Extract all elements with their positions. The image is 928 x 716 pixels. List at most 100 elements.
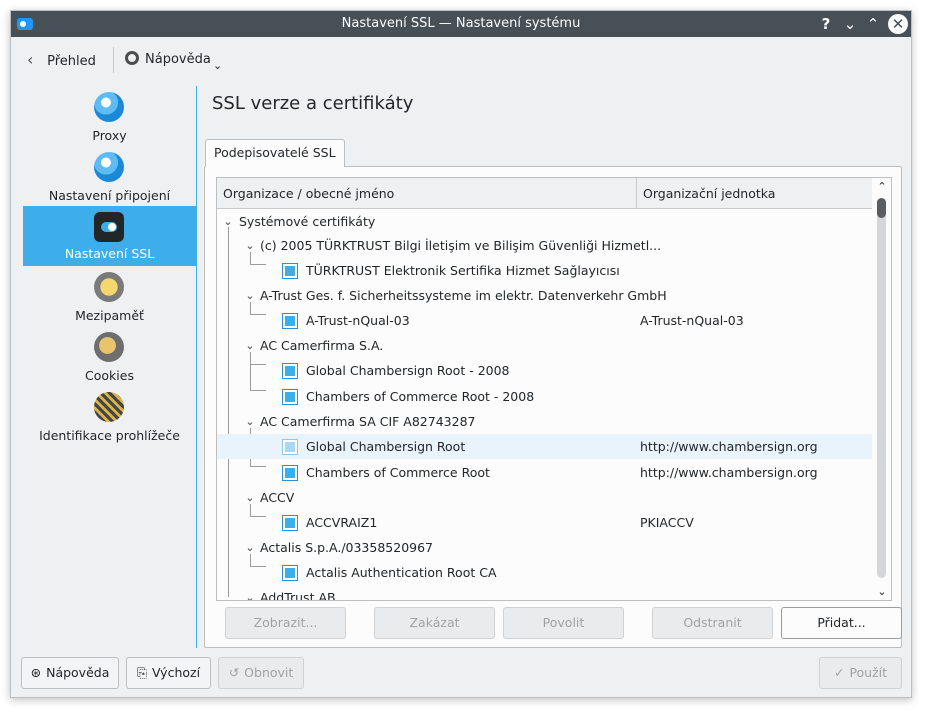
scroll-down-icon[interactable]: ⌄	[872, 585, 891, 598]
sidebar-divider	[196, 86, 197, 648]
certificate-checkbox[interactable]	[282, 389, 298, 405]
help-menu-button[interactable]: Nápověda ⌄	[125, 49, 222, 72]
tree-group[interactable]: ⌄ (c) 2005 TÜRKTRUST Bilgi İletişim ve B…	[217, 233, 872, 258]
tree-certificate[interactable]: A-Trust-nQual-03 A-Trust-nQual-03	[217, 308, 872, 333]
org-unit-cell: PKIACCV	[640, 515, 694, 530]
defaults-button[interactable]: ⎘ Výchozí	[126, 657, 211, 689]
sidebar-item-ssl[interactable]: Nastavení SSL	[23, 206, 196, 266]
tree-root-system-certs[interactable]: ⌄ Systémové certifikáty	[217, 209, 872, 234]
title-bar: Nastavení SSL — Nastavení systému ? ⌄ ⌃ …	[11, 11, 911, 37]
minimize-icon[interactable]: ⌄	[840, 14, 860, 34]
tree-certificate[interactable]: Global Chambersign Root - 2008	[217, 358, 872, 383]
column-header-organization[interactable]: Organizace / obecné jméno	[217, 178, 637, 209]
checkmark-icon: ✓	[833, 665, 845, 680]
help-icon[interactable]: ?	[816, 14, 836, 34]
tree-item-label: Global Chambersign Root	[306, 439, 466, 454]
tree-item-label: ACCVRAIZ1	[306, 515, 378, 530]
tree-certificate-hovered[interactable]: Global Chambersign Root http://www.chamb…	[217, 434, 872, 459]
column-header-unit[interactable]: Organizační jednotka	[637, 178, 872, 209]
org-unit-cell: A-Trust-nQual-03	[640, 313, 744, 328]
toolbar: ‹ Přehled Nápověda ⌄	[11, 37, 911, 83]
back-label: Přehled	[47, 54, 96, 69]
chevron-down-icon[interactable]: ⌄	[243, 485, 257, 510]
chevron-left-icon: ‹	[27, 50, 34, 69]
proxy-globe-icon	[94, 92, 124, 122]
tree-certificate[interactable]: TÜRKTRUST Elektronik Sertifika Hizmet Sa…	[217, 258, 872, 283]
tree-group[interactable]: ⌄ Actalis S.p.A./03358520967	[217, 535, 872, 560]
certificate-checkbox[interactable]	[282, 465, 298, 481]
tree-certificate[interactable]: Chambers of Commerce Root - 2008	[217, 384, 872, 409]
connection-globe-icon	[94, 152, 124, 182]
tab-panel: Organizace / obecné jméno Organizační je…	[204, 166, 902, 648]
certificate-checkbox[interactable]	[282, 439, 298, 455]
scrollbar-track[interactable]	[877, 198, 886, 578]
sidebar-item-connection[interactable]: Nastavení připojení	[23, 150, 196, 210]
disallow-button[interactable]: Zakázat	[374, 607, 495, 639]
sidebar-item-browser-id[interactable]: Identifikace prohlížeče	[23, 390, 196, 450]
footer-help-label: Nápověda	[46, 665, 110, 680]
defaults-label: Výchozí	[151, 665, 201, 680]
toolbar-separator	[113, 47, 114, 73]
back-button[interactable]: ‹ Přehled	[27, 49, 96, 71]
sidebar-item-cache[interactable]: Mezipaměť	[23, 270, 196, 330]
allow-button[interactable]: Povolit	[503, 607, 624, 639]
certificate-checkbox[interactable]	[282, 313, 298, 329]
chevron-down-icon[interactable]: ⌄	[243, 283, 257, 308]
sidebar-item-proxy[interactable]: Proxy	[23, 90, 196, 150]
certificate-checkbox[interactable]	[282, 565, 298, 581]
tree-certificate[interactable]: Chambers of Commerce Root http://www.cha…	[217, 460, 872, 485]
sidebar-item-cookies[interactable]: Cookies	[23, 330, 196, 390]
chevron-down-icon[interactable]: ⌄	[243, 333, 257, 358]
certificate-tree[interactable]: Organizace / obecné jméno Organizační je…	[216, 177, 892, 601]
chevron-down-icon[interactable]: ⌄	[243, 233, 257, 258]
close-icon[interactable]: ✕	[888, 14, 908, 34]
ssl-toggle-icon	[94, 212, 124, 242]
sidebar: Proxy Nastavení připojení Nastavení SSL …	[23, 86, 196, 606]
scrollbar-thumb[interactable]	[877, 198, 886, 218]
reset-button[interactable]: ↺ Obnovit	[218, 657, 304, 689]
tab-ssl-signers[interactable]: Podepisovatelé SSL	[205, 139, 345, 167]
tree-item-label: A-Trust Ges. f. Sicherheitssysteme im el…	[260, 288, 667, 303]
tree-certificate[interactable]: Actalis Authentication Root CA	[217, 560, 872, 585]
tree-group[interactable]: ⌄ AC Camerfirma S.A.	[217, 333, 872, 358]
cache-icon	[94, 272, 124, 302]
add-button[interactable]: Přidat...	[781, 607, 902, 639]
undo-icon: ↺	[228, 665, 240, 680]
tree-item-label: Actalis S.p.A./03358520967	[260, 540, 434, 555]
certificate-checkbox[interactable]	[282, 363, 298, 379]
page-title: SSL verze a certifikáty	[212, 93, 414, 114]
sidebar-item-label: Mezipaměť	[75, 308, 144, 323]
show-button[interactable]: Zobrazit...	[225, 607, 346, 639]
scroll-up-icon[interactable]: ⌃	[872, 180, 891, 193]
chevron-down-icon[interactable]: ⌄	[243, 409, 257, 434]
tree-group[interactable]: ⌄ ACCV	[217, 485, 872, 510]
tree-item-label: Global Chambersign Root - 2008	[306, 363, 510, 378]
tree-item-label: ACCV	[260, 490, 295, 505]
tree-group[interactable]: ⌄ AC Camerfirma SA CIF A82743287	[217, 409, 872, 434]
chevron-down-icon[interactable]: ⌄	[221, 209, 235, 234]
org-unit-cell: http://www.chambersign.org	[640, 465, 818, 480]
org-unit-cell: http://www.chambersign.org	[640, 439, 818, 454]
tree-item-label: Chambers of Commerce Root	[306, 465, 490, 480]
tree-item-label: AC Camerfirma SA CIF A82743287	[260, 414, 476, 429]
sidebar-item-label: Nastavení připojení	[48, 188, 171, 203]
certificate-checkbox[interactable]	[282, 515, 298, 531]
remove-button[interactable]: Odstranit	[652, 607, 773, 639]
footer-help-button[interactable]: ⊛ Nápověda	[21, 657, 119, 689]
tree-item-label: Systémové certifikáty	[239, 214, 376, 229]
lifebuoy-icon	[125, 51, 139, 65]
chevron-down-icon[interactable]: ⌄	[243, 535, 257, 560]
apply-button[interactable]: ✓ Použít	[819, 657, 902, 689]
tree-certificate[interactable]: ACCVRAIZ1 PKIACCV	[217, 510, 872, 535]
maximize-icon[interactable]: ⌃	[863, 14, 883, 34]
tree-header: Organizace / obecné jméno Organizační je…	[217, 178, 872, 209]
chevron-down-icon[interactable]: ⌄	[243, 585, 257, 600]
tree-item-label: Chambers of Commerce Root - 2008	[306, 389, 535, 404]
sidebar-item-label: Identifikace prohlížeče	[39, 428, 180, 443]
chevron-down-icon: ⌄	[213, 59, 223, 72]
vertical-scrollbar[interactable]: ⌃ ⌄	[872, 178, 891, 600]
tree-group[interactable]: ⌄ A-Trust Ges. f. Sicherheitssysteme im …	[217, 283, 872, 308]
tree-item-label: A-Trust-nQual-03	[306, 313, 410, 328]
certificate-checkbox[interactable]	[282, 263, 298, 279]
tree-group[interactable]: ⌄ AddTrust AB	[217, 585, 872, 600]
